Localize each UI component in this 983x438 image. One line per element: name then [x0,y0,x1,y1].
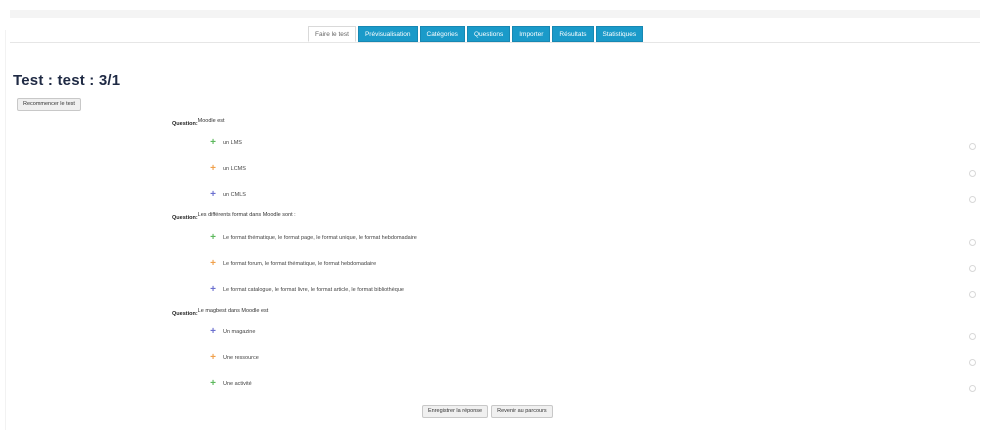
answer-1-2[interactable]: + un LCMS [209,163,246,174]
answer-2-1[interactable]: + Le format thématique, le format page, … [209,232,417,243]
answer-text: Le format forum, le format thématique, l… [223,261,377,267]
plus-icon: + [210,232,216,243]
plus-icon: + [210,137,216,148]
answer-text: un LMS [223,140,242,146]
action-buttons: Enregistrer la réponse Revenir au parcou… [422,405,553,418]
tab-questions[interactable]: Questions [466,26,511,42]
question-2: Question:Les différents format dans Mood… [172,212,296,221]
answer-text: Le format thématique, le format page, le… [223,235,417,241]
question-label: Question: [172,215,198,221]
left-border [5,30,6,430]
answer-text: Un magazine [223,329,256,335]
question-1: Question:Moodle est [172,118,225,127]
answer-text: un LCMS [223,166,246,172]
tab-importer[interactable]: Importer [512,26,551,42]
answer-text: un CMLS [223,192,246,198]
answer-1-1[interactable]: + un LMS [209,137,242,148]
question-label: Question: [172,311,198,317]
tab-categories[interactable]: Catégories [419,26,465,42]
answer-radio[interactable] [969,170,976,177]
question-text: Les différents format dans Moodle sont : [197,212,296,218]
answer-3-3[interactable]: + Une activité [209,378,252,389]
answer-radio[interactable] [969,333,976,340]
tab-faire-le-test[interactable]: Faire le test [308,26,356,42]
question-3: Question:Le magbest dans Moodle est [172,308,269,317]
question-label: Question: [172,121,198,127]
plus-icon: + [210,258,216,269]
tab-previsualisation[interactable]: Prévisualisation [357,26,418,42]
plus-icon: + [210,352,216,363]
save-answer-button[interactable]: Enregistrer la réponse [422,405,489,418]
tab-resultats[interactable]: Résultats [552,26,594,42]
restart-test-button[interactable]: Recommencer le test [17,98,81,111]
answer-1-3[interactable]: + un CMLS [209,189,246,200]
tabs-divider [10,42,980,43]
answer-radio[interactable] [969,385,976,392]
plus-icon: + [210,163,216,174]
answer-radio[interactable] [969,291,976,298]
answer-radio[interactable] [969,359,976,366]
answer-text: Une ressource [223,355,259,361]
answer-radio[interactable] [969,143,976,150]
answer-radio[interactable] [969,239,976,246]
question-text: Moodle est [197,118,225,124]
plus-icon: + [210,189,216,200]
answer-text: Le format catalogue, le format livre, le… [223,287,404,293]
answer-2-3[interactable]: + Le format catalogue, le format livre, … [209,284,404,295]
tab-bar: Faire le test Prévisualisation Catégorie… [308,26,644,42]
plus-icon: + [210,378,216,389]
back-to-course-button[interactable]: Revenir au parcours [491,405,553,418]
answer-text: Une activité [223,381,252,387]
page-title: Test : test : 3/1 [13,72,121,89]
top-bar [10,10,980,18]
question-text: Le magbest dans Moodle est [197,308,269,314]
plus-icon: + [210,284,216,295]
answer-3-2[interactable]: + Une ressource [209,352,259,363]
plus-icon: + [210,326,216,337]
answer-3-1[interactable]: + Un magazine [209,326,256,337]
answer-2-2[interactable]: + Le format forum, le format thématique,… [209,258,377,269]
answer-radio[interactable] [969,265,976,272]
tab-statistiques[interactable]: Statistiques [595,26,644,42]
answer-radio[interactable] [969,196,976,203]
